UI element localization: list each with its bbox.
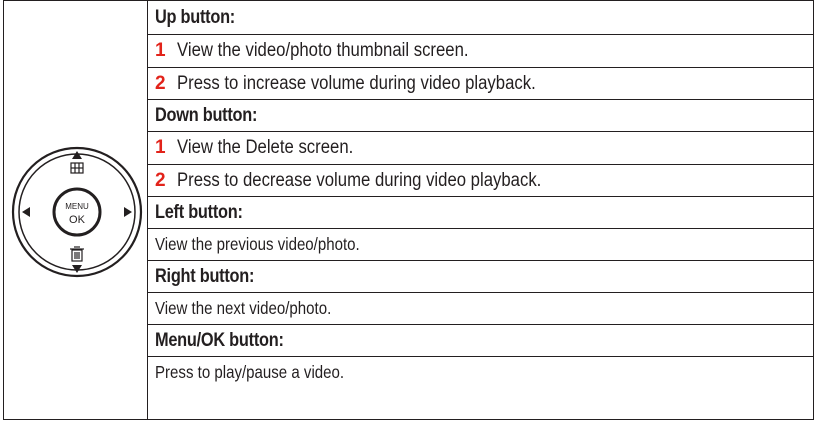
right-button-description: View the next video/photo.	[155, 298, 332, 318]
down-step-2-row: 2 Press to decrease volume during video …	[148, 164, 813, 196]
menu-ok-button-description-row: Press to play/pause a video.	[148, 356, 813, 419]
left-button-heading-row: Left button:	[148, 196, 813, 228]
menu-ok-button-heading: Menu/OK button:	[155, 329, 284, 351]
right-arrow-icon	[124, 207, 132, 217]
navigation-pad-illustration: MENU OK	[11, 146, 143, 278]
button-descriptions-cell: Up button: 1 View the video/photo thumbn…	[148, 1, 813, 419]
step-text: Press to decrease volume during video pl…	[177, 169, 542, 191]
step-number: 2	[155, 169, 166, 191]
up-button-heading-row: Up button:	[148, 1, 813, 34]
menu-ok-button-heading-row: Menu/OK button:	[148, 324, 813, 356]
left-arrow-icon	[22, 207, 30, 217]
left-button-description: View the previous video/photo.	[155, 234, 360, 254]
down-arrow-icon	[72, 265, 82, 273]
down-button-heading-row: Down button:	[148, 99, 813, 131]
step-text: View the Delete screen.	[177, 137, 354, 158]
up-step-2-row: 2 Press to increase volume during video …	[148, 67, 813, 99]
up-button-heading: Up button:	[155, 6, 235, 28]
step-text: Press to increase volume during video pl…	[177, 72, 536, 94]
left-button-heading: Left button:	[155, 201, 243, 223]
trash-icon	[70, 246, 84, 262]
step-text: View the video/photo thumbnail screen.	[177, 40, 469, 61]
down-step-1-row: 1 View the Delete screen.	[148, 131, 813, 164]
thumbnail-grid-icon	[70, 162, 84, 174]
menu-label: MENU	[65, 202, 89, 211]
step-number: 1	[155, 137, 166, 158]
down-button-heading: Down button:	[155, 104, 258, 126]
right-button-heading: Right button:	[155, 265, 255, 287]
step-number: 1	[155, 40, 166, 61]
left-button-description-row: View the previous video/photo.	[148, 228, 813, 260]
ok-label: OK	[69, 214, 86, 226]
control-illustration-cell: MENU OK	[4, 1, 148, 419]
up-arrow-icon	[72, 151, 82, 159]
button-reference-table: MENU OK Up button: 1 View the video/phot…	[3, 0, 814, 420]
right-button-heading-row: Right button:	[148, 260, 813, 292]
up-step-1-row: 1 View the video/photo thumbnail screen.	[148, 34, 813, 67]
step-number: 2	[155, 72, 166, 94]
right-button-description-row: View the next video/photo.	[148, 292, 813, 324]
menu-ok-button-description: Press to play/pause a video.	[155, 362, 345, 382]
